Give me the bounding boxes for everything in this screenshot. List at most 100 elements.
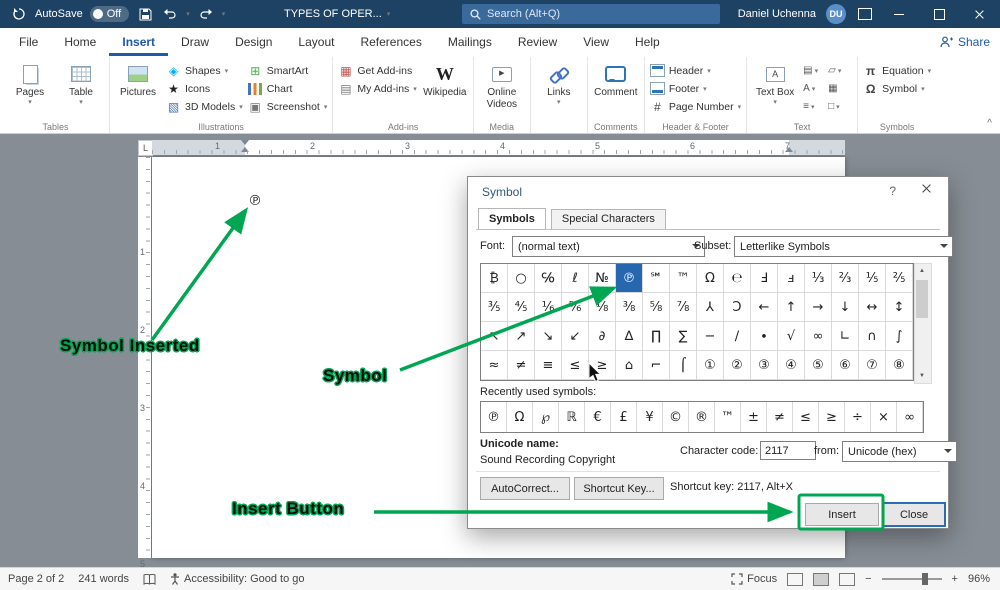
online-videos-button[interactable]: ▶ Online Videos [479,59,525,110]
recent-symbol-cell[interactable]: × [871,402,897,432]
close-button[interactable] [964,0,994,28]
shortcut-key-button[interactable]: Shortcut Key... [574,477,664,500]
signature-line-button[interactable]: ▱▾ [828,62,852,79]
symbol-cell[interactable]: ← [751,293,778,322]
tab-special-characters[interactable]: Special Characters [551,209,666,229]
symbol-cell[interactable]: ↔ [859,293,886,322]
recent-symbol-cell[interactable]: £ [611,402,637,432]
pages-button[interactable]: Pages ▾ [7,59,53,107]
quick-parts-button[interactable]: ▤▾ [803,62,827,79]
smartart-button[interactable]: ⊞SmartArt [248,63,328,78]
wordart-button[interactable]: A▾ [803,80,827,97]
symbol-cell[interactable]: − [697,322,724,351]
symbol-cell[interactable]: ③ [751,351,778,380]
ribbon-tab-insert[interactable]: Insert [109,28,168,56]
tab-selector[interactable]: L [138,140,153,156]
table-button[interactable]: Table ▾ [58,59,104,107]
vertical-ruler[interactable]: 12345 [138,157,151,558]
symbol-cell[interactable]: ∩ [859,322,886,351]
recent-symbol-cell[interactable]: ¥ [637,402,663,432]
recent-symbol-cell[interactable]: ® [689,402,715,432]
chevron-down-icon[interactable]: ▾ [222,10,226,18]
symbol-cell[interactable]: ∑ [670,322,697,351]
recent-symbol-cell[interactable]: € [585,402,611,432]
equation-button[interactable]: πEquation▾ [863,63,931,78]
focus-button[interactable]: Focus [731,573,777,585]
close-button-dialog[interactable]: Close [882,502,946,527]
object-button[interactable]: □▾ [828,98,852,115]
web-layout-icon[interactable] [839,573,855,586]
symbol-cell[interactable]: ≥ [589,351,616,380]
recent-symbol-cell[interactable]: ÷ [845,402,871,432]
autocorrect-button[interactable]: AutoCorrect... [480,477,570,500]
ribbon-tab-draw[interactable]: Draw [168,28,222,56]
zoom-level[interactable]: 96% [968,573,990,585]
dialog-close-icon[interactable] [921,183,932,197]
scroll-down-icon[interactable]: ▼ [915,369,929,383]
links-button[interactable]: Links ▾ [536,59,582,107]
zoom-in-icon[interactable]: + [952,573,958,585]
symbol-cell[interactable]: ℓ [562,264,589,293]
undo-icon[interactable] [161,5,179,23]
first-line-indent-marker[interactable] [241,140,249,145]
recent-symbol-cell[interactable]: ± [741,402,767,432]
print-layout-icon[interactable] [813,573,829,586]
symbol-cell[interactable]: ∫ [886,322,913,351]
zoom-slider-thumb[interactable] [922,573,928,585]
page-number-button[interactable]: #Page Number▾ [650,99,741,114]
recent-symbol-cell[interactable]: ℘ [533,402,559,432]
symbol-cell[interactable]: ○ [508,264,535,293]
zoom-slider[interactable] [882,578,942,580]
symbol-cell[interactable]: ⑤ [805,351,832,380]
symbol-cell[interactable]: ⅔ [832,264,859,293]
recent-symbol-cell[interactable]: © [663,402,689,432]
scrollbar-thumb[interactable] [916,280,928,318]
symbol-cell[interactable]: ™ [670,264,697,293]
recent-symbol-cell[interactable]: ≠ [767,402,793,432]
symbol-cell[interactable]: ℅ [535,264,562,293]
symbol-cell[interactable]: ℗ [616,264,643,293]
symbol-cell[interactable]: ⅕ [859,264,886,293]
my-addins-button[interactable]: ▤My Add-ins▾ [338,81,416,96]
symbol-cell[interactable]: ↖ [481,322,508,351]
hanging-indent-marker[interactable] [241,147,249,152]
share-button[interactable]: Share [940,28,990,56]
redo-icon[interactable] [197,5,215,23]
restore-button[interactable] [924,0,954,28]
drop-cap-button[interactable]: ≡▾ [803,98,827,115]
symbol-cell[interactable]: ₿ [481,264,508,293]
zoom-out-icon[interactable]: − [865,573,871,585]
shapes-button[interactable]: ◈Shapes▾ [166,63,243,78]
symbol-cell[interactable]: ⅓ [805,264,832,293]
comment-button[interactable]: Comment [593,59,639,99]
symbol-cell[interactable]: ↗ [508,322,535,351]
page-indicator[interactable]: Page 2 of 2 [8,573,64,585]
avatar[interactable]: DU [826,4,846,24]
symbol-cell[interactable]: ≤ [562,351,589,380]
symbol-cell[interactable]: ∕ [724,322,751,351]
3d-models-button[interactable]: ▧3D Models▾ [166,99,243,114]
horizontal-ruler[interactable]: 1234567 [152,140,845,155]
chart-button[interactable]: Chart [248,81,328,96]
symbol-cell[interactable]: ⑧ [886,351,913,380]
symbol-cell[interactable]: ∟ [832,322,859,351]
screenshot-button[interactable]: ▣Screenshot▾ [248,99,328,114]
tab-symbols[interactable]: Symbols [478,208,546,229]
recent-symbol-cell[interactable]: ℝ [559,402,585,432]
recent-symbol-cell[interactable]: ≥ [819,402,845,432]
symbol-cell[interactable]: ⅜ [616,293,643,322]
symbol-cell[interactable]: ⅘ [508,293,535,322]
symbol-cell[interactable]: √ [778,322,805,351]
symbol-cell[interactable]: ℠ [643,264,670,293]
scroll-up-icon[interactable]: ▲ [915,264,929,278]
subset-select[interactable]: Letterlike Symbols [734,236,953,257]
symbol-cell[interactable]: ⅗ [481,293,508,322]
ribbon-tab-home[interactable]: Home [51,28,109,56]
read-mode-icon[interactable] [787,573,803,586]
recent-symbol-cell[interactable]: Ω [507,402,533,432]
symbol-cell[interactable]: ℮ [724,264,751,293]
symbol-cell[interactable]: ∏ [643,322,670,351]
ribbon-tab-design[interactable]: Design [222,28,285,56]
date-time-button[interactable]: ▦ [828,80,852,97]
symbol-cell[interactable]: ∞ [805,322,832,351]
